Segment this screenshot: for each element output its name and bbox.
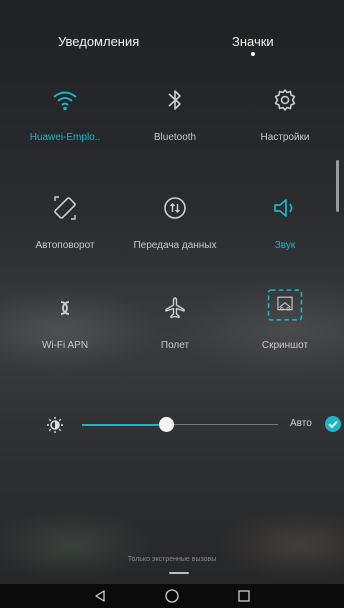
tile-screenshot[interactable]: Скриншот	[230, 289, 340, 372]
tile-screenshot-label: Скриншот	[261, 340, 309, 351]
brightness-control: Авто	[30, 410, 341, 440]
auto-rotate-icon	[47, 192, 83, 224]
tile-wifi-apn[interactable]: Wi-Fi APN	[10, 292, 120, 372]
auto-brightness-label: Авто	[290, 418, 312, 429]
tab-notifications[interactable]: Уведомления	[58, 20, 139, 49]
quick-settings-scrollbar[interactable]	[336, 160, 339, 212]
tile-mobile-data[interactable]: Передача данных	[120, 192, 230, 272]
notification-shade: Уведомления Значки Huawei-Emplo.. Blueto…	[0, 0, 344, 608]
tile-wifi-apn-label: Wi-Fi APN	[41, 340, 89, 351]
home-button[interactable]	[160, 586, 184, 606]
tile-wifi-label: Huawei-Emplo..	[29, 132, 101, 143]
active-tab-indicator	[250, 52, 255, 56]
tab-bar: Уведомления Значки	[0, 20, 344, 60]
tile-mobile-data-label: Передача данных	[133, 240, 217, 251]
wifi-icon	[47, 84, 83, 116]
brightness-track[interactable]	[166, 424, 278, 425]
back-button[interactable]	[88, 586, 112, 606]
tile-settings-label: Настройки	[260, 132, 310, 143]
tile-airplane[interactable]: Полет	[120, 292, 230, 372]
tile-auto-rotate[interactable]: Автоповорот	[10, 192, 120, 272]
brightness-icon	[46, 416, 64, 434]
tile-airplane-label: Полет	[160, 340, 190, 351]
bluetooth-icon	[157, 84, 193, 116]
tile-sound-label: Звук	[274, 240, 296, 251]
tab-icons-label: Значки	[232, 34, 274, 49]
tab-icons[interactable]: Значки	[232, 20, 274, 56]
tile-auto-rotate-label: Автоповорот	[35, 240, 95, 251]
wifi-apn-icon	[47, 292, 83, 324]
home-circle-icon	[165, 589, 179, 603]
airplane-icon	[157, 292, 193, 324]
tile-bluetooth-label: Bluetooth	[153, 132, 197, 143]
auto-brightness-checkbox[interactable]	[325, 416, 341, 432]
back-triangle-icon	[95, 590, 105, 602]
drag-handle[interactable]	[169, 572, 189, 574]
screenshot-icon	[267, 289, 303, 324]
recents-square-icon	[238, 590, 250, 602]
brightness-slider-thumb[interactable]	[159, 417, 175, 432]
mobile-data-icon	[157, 192, 193, 224]
navigation-bar	[0, 584, 344, 608]
sound-icon	[267, 192, 303, 224]
tab-notifications-label: Уведомления	[58, 34, 140, 49]
tile-wifi[interactable]: Huawei-Emplo..	[10, 84, 120, 164]
tile-sound[interactable]: Звук	[230, 192, 340, 272]
tile-settings[interactable]: Настройки	[230, 84, 340, 164]
tile-bluetooth[interactable]: Bluetooth	[120, 84, 230, 164]
settings-gear-icon	[267, 84, 303, 116]
brightness-track-filled	[82, 424, 167, 426]
emergency-calls-text: Только экстренные вызовы	[127, 556, 217, 563]
recents-button[interactable]	[232, 586, 256, 606]
check-icon	[328, 420, 338, 429]
